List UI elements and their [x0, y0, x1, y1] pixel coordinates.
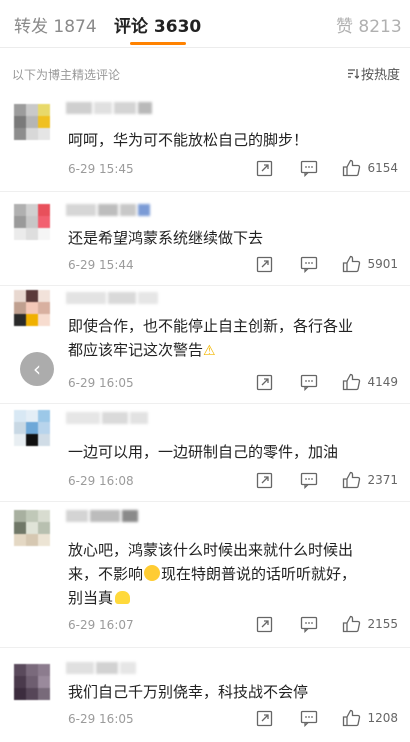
share-icon[interactable] [256, 472, 273, 489]
comment-text: 我们自己千万别侥幸，科技战不会停 [68, 683, 309, 701]
like-button[interactable]: 2155 [342, 615, 398, 633]
thumbs-up-icon [343, 471, 361, 489]
avatar[interactable] [14, 410, 50, 446]
reply-icon[interactable] [300, 616, 318, 633]
like-button[interactable]: 1208 [342, 709, 398, 727]
reply-icon[interactable] [300, 160, 318, 177]
username-redacted[interactable] [66, 292, 158, 304]
share-icon[interactable] [256, 616, 273, 633]
like-count: 5901 [367, 257, 398, 271]
thumbs-up-icon [343, 159, 361, 177]
like-button[interactable]: 5901 [342, 255, 398, 273]
tab-forward[interactable]: 转发 1874 [14, 12, 97, 37]
like-button[interactable]: 6154 [342, 159, 398, 177]
avatar[interactable] [14, 290, 50, 326]
comment-time: 6-29 16:05 [68, 376, 134, 390]
warning-emoji-icon: ⚠ [203, 343, 216, 359]
username-redacted[interactable] [66, 204, 150, 216]
reply-icon[interactable] [300, 472, 318, 489]
comment-text-line: 来，不影响 [68, 565, 144, 583]
sort-by-hot-button[interactable]: 按热度 [347, 64, 400, 83]
comment-time: 6-29 15:45 [68, 162, 134, 176]
username-redacted[interactable] [66, 102, 152, 114]
comment-text: 即使合作，也不能停止自主创新，各行各业 都应该牢记这次警告⚠ [68, 314, 394, 363]
username-redacted[interactable] [66, 662, 136, 674]
avatar[interactable] [14, 510, 50, 546]
like-button[interactable]: 4149 [342, 373, 398, 391]
comment-item: 一边可以用，一边研制自己的零件，加油 6-29 16:08 2371 [0, 404, 410, 502]
comment-time: 6-29 16:05 [68, 712, 134, 726]
share-icon[interactable] [256, 710, 273, 727]
reply-icon[interactable] [300, 374, 318, 391]
comment-time: 6-29 16:08 [68, 474, 134, 488]
thumbs-up-icon [343, 615, 361, 633]
like-button[interactable]: 2371 [342, 471, 398, 489]
tab-bar: 转发 1874 评论 3630 赞 8213 [0, 0, 410, 48]
comment-text-line: 即使合作，也不能停止自主创新，各行各业 [68, 317, 354, 335]
smirk-emoji-icon [144, 565, 161, 581]
featured-comments-label: 以下为博主精选评论 [12, 68, 121, 82]
like-count: 1208 [367, 711, 398, 725]
comments-subheader: 以下为博主精选评论 按热度 [0, 58, 410, 88]
active-tab-indicator [130, 42, 186, 45]
avatar[interactable] [14, 204, 50, 240]
sort-icon [347, 68, 360, 82]
reply-icon[interactable] [300, 256, 318, 273]
like-count: 2155 [367, 617, 398, 631]
doge-emoji-icon [115, 591, 131, 604]
comment-time: 6-29 15:44 [68, 258, 134, 272]
share-icon[interactable] [256, 256, 273, 273]
share-icon[interactable] [256, 374, 273, 391]
thumbs-up-icon [343, 373, 361, 391]
thumbs-up-icon [343, 255, 361, 273]
chevron-left-icon: ‹ [33, 357, 41, 381]
sort-label: 按热度 [360, 68, 400, 83]
thumbs-up-icon [343, 709, 361, 727]
share-icon[interactable] [256, 160, 273, 177]
comment-time: 6-29 16:07 [68, 618, 134, 632]
comment-item: 即使合作，也不能停止自主创新，各行各业 都应该牢记这次警告⚠ 6-29 16:0… [0, 286, 410, 404]
like-count: 2371 [367, 473, 398, 487]
comment-text: 一边可以用，一边研制自己的零件，加油 [68, 443, 339, 461]
username-redacted[interactable] [66, 412, 148, 424]
tab-comment[interactable]: 评论 3630 [114, 12, 201, 37]
like-count: 4149 [367, 375, 398, 389]
avatar[interactable] [14, 104, 50, 140]
back-arrow-button[interactable]: ‹ [20, 352, 54, 386]
reply-icon[interactable] [300, 710, 318, 727]
tab-like[interactable]: 赞 8213 [336, 12, 402, 37]
comment-text: 放心吧，鸿蒙该什么时候出来就什么时候出 来，不影响 现在特朗普说的话听听就好， 别… [68, 538, 394, 610]
comment-text: 呵呵，华为可不能放松自己的脚步！ [68, 131, 309, 149]
comment-item: 还是希望鸿蒙系统继续做下去 6-29 15:44 5901 [0, 192, 410, 286]
comment-text-line: 现在特朗普说的话听听就好， [161, 565, 357, 583]
comment-text: 还是希望鸿蒙系统继续做下去 [68, 229, 264, 247]
username-redacted[interactable] [66, 510, 138, 522]
comment-item: 我们自己千万别侥幸，科技战不会停 6-29 16:05 1208 [0, 648, 410, 742]
comment-text-line: 都应该牢记这次警告 [68, 341, 204, 359]
avatar[interactable] [14, 664, 50, 700]
comment-item: 放心吧，鸿蒙该什么时候出来就什么时候出 来，不影响 现在特朗普说的话听听就好， 别… [0, 502, 410, 648]
comment-text-line: 放心吧，鸿蒙该什么时候出来就什么时候出 [68, 541, 354, 559]
comment-text-line: 别当真 [68, 589, 114, 607]
like-count: 6154 [367, 161, 398, 175]
comment-item: 呵呵，华为可不能放松自己的脚步！ 6-29 15:45 6154 [0, 92, 410, 192]
